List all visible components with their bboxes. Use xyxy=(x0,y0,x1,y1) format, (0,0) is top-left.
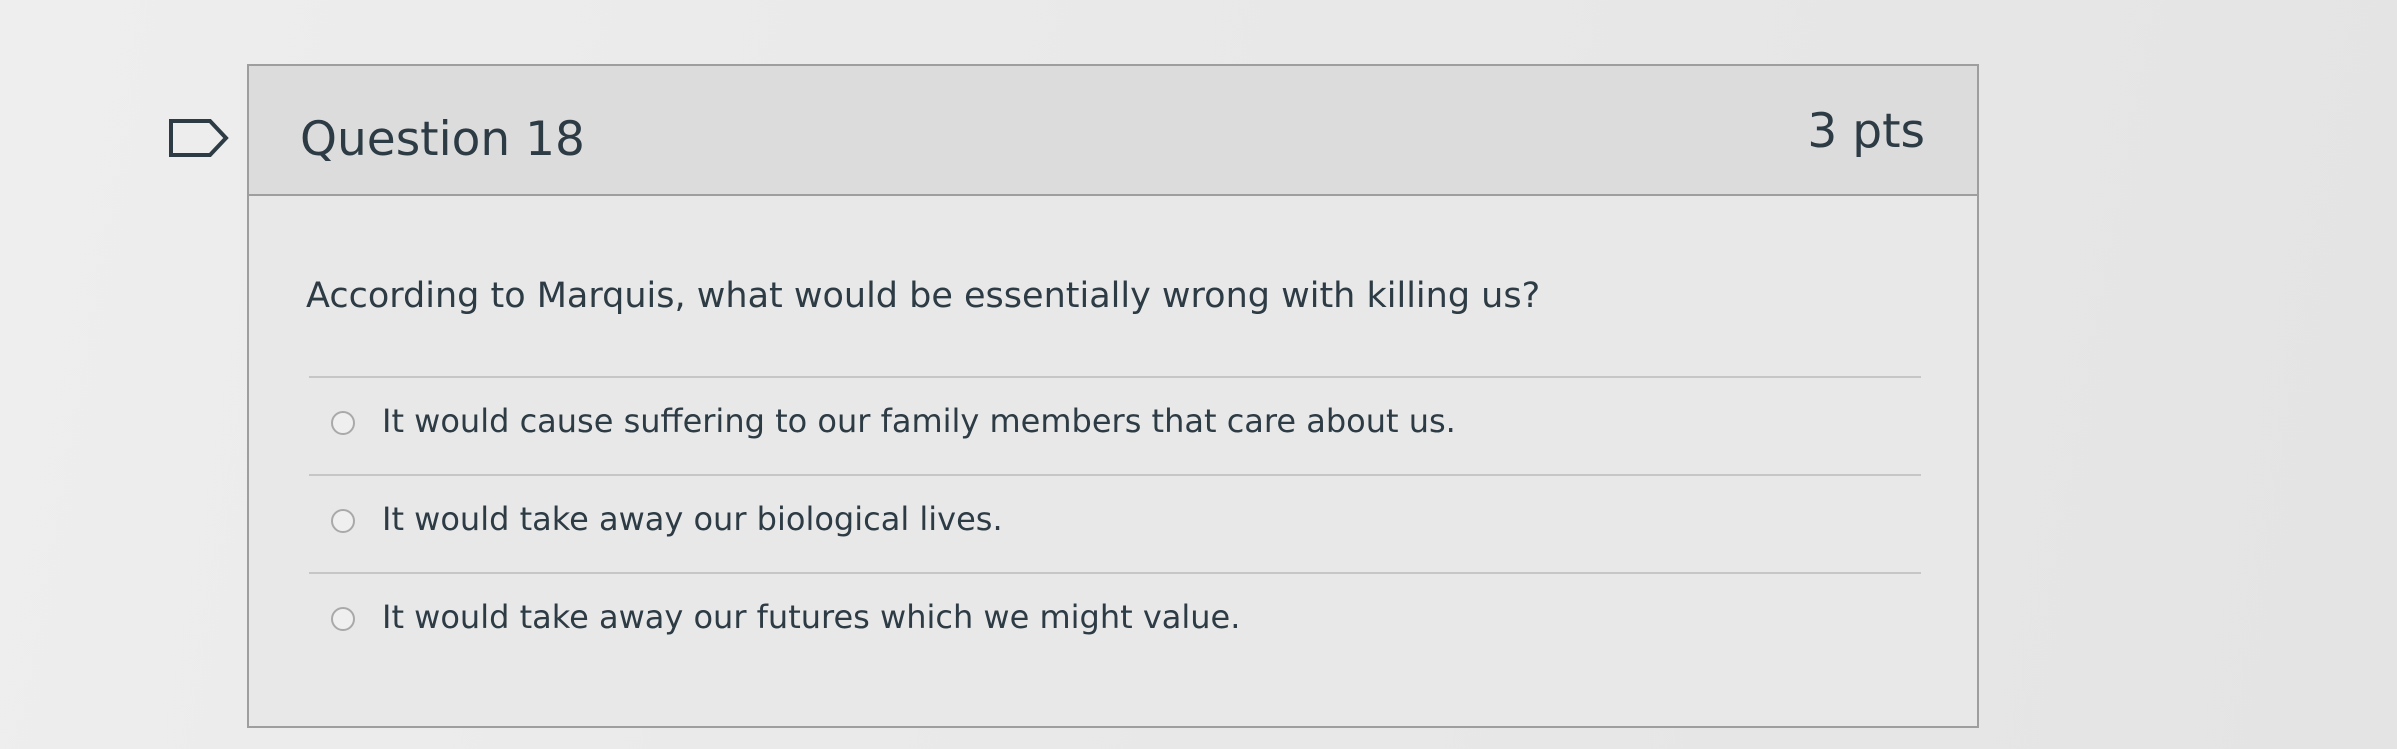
answer-list: It would cause suffering to our family m… xyxy=(309,376,1921,672)
radio-button[interactable] xyxy=(331,607,355,631)
answer-option-2[interactable]: It would take away our biological lives. xyxy=(309,476,1921,574)
answer-label[interactable]: It would cause suffering to our family m… xyxy=(382,402,1456,440)
question-title: Question 18 xyxy=(300,112,585,167)
question-text: According to Marquis, what would be esse… xyxy=(306,276,1541,316)
radio-button[interactable] xyxy=(331,509,355,533)
question-points: 3 pts xyxy=(1807,104,1925,159)
flag-question-icon[interactable] xyxy=(168,118,230,158)
question-header: Question 18 3 pts xyxy=(249,66,1977,196)
answer-option-1[interactable]: It would cause suffering to our family m… xyxy=(309,378,1921,476)
answer-label[interactable]: It would take away our biological lives. xyxy=(382,500,1003,538)
answer-label[interactable]: It would take away our futures which we … xyxy=(382,598,1240,636)
radio-button[interactable] xyxy=(331,411,355,435)
answer-option-3[interactable]: It would take away our futures which we … xyxy=(309,574,1921,672)
question-card: Question 18 3 pts According to Marquis, … xyxy=(247,64,1979,728)
